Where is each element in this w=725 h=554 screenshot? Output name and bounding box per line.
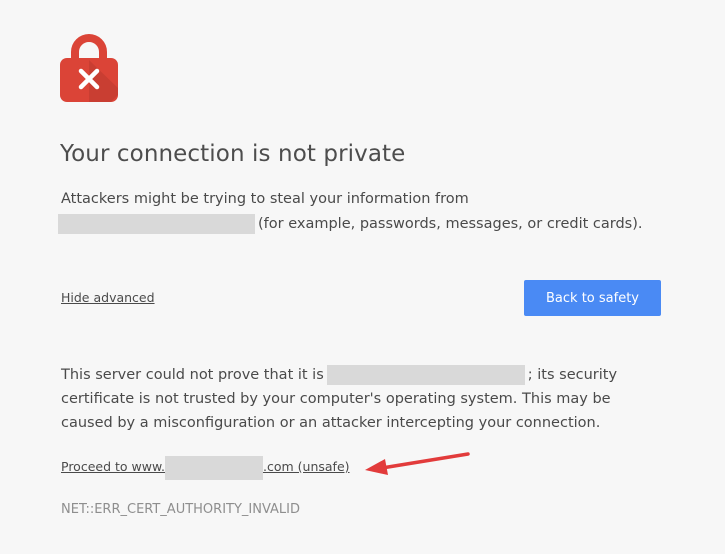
proceed-suffix: .com (unsafe) — [263, 459, 350, 474]
details-line1-suffix: ; its security — [527, 367, 618, 383]
details-line: certificate is not trusted by your compu… — [61, 391, 611, 407]
proceed-prefix: Proceed to www. — [61, 459, 166, 474]
back-to-safety-button[interactable]: Back to safety — [524, 280, 661, 316]
redacted-domain — [326, 365, 525, 385]
arrow-icon — [365, 452, 470, 475]
details-line: caused by a misconfiguration or an attac… — [61, 415, 601, 431]
redacted-domain — [58, 214, 255, 234]
intro-text-suffix: (for example, passwords, messages, or cr… — [258, 216, 643, 232]
proceed-unsafe-link[interactable]: Proceed to www. .com (unsafe) — [61, 455, 350, 480]
intro-text-line2: (for example, passwords, messages, or cr… — [58, 213, 642, 235]
lock-icon — [60, 30, 118, 102]
page-title: Your connection is not private — [60, 141, 406, 167]
redacted-domain — [165, 455, 264, 480]
interstitial-page: Your connection is not private Attackers… — [0, 0, 725, 554]
details-line1-prefix: This server could not prove that it is — [61, 367, 324, 383]
details-line: This server could not prove that it is ; … — [61, 363, 641, 387]
intro-text-line1: Attackers might be trying to steal your … — [61, 191, 469, 207]
error-code: NET::ERR_CERT_AUTHORITY_INVALID — [61, 502, 301, 517]
hide-advanced-link[interactable]: Hide advanced — [61, 290, 155, 305]
details-text: This server could not prove that it is ; … — [61, 363, 641, 435]
